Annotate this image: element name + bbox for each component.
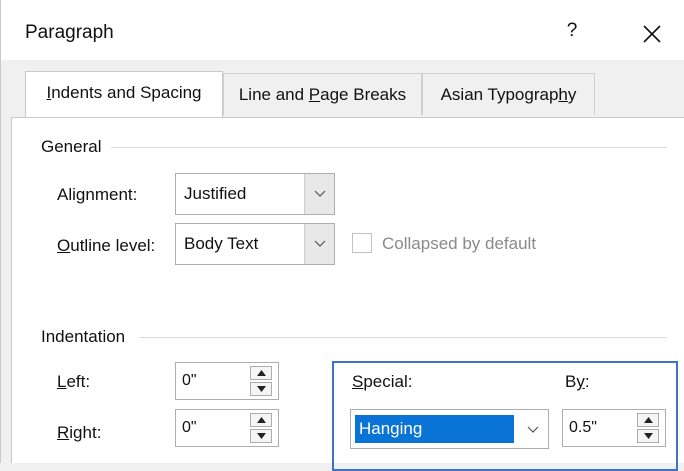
by-value[interactable]: 0.5": [569, 410, 597, 446]
spin-up-arrow-icon: [257, 417, 266, 423]
by-label-key: y: [576, 372, 585, 391]
outline-level-label-post: utline level:: [70, 236, 156, 255]
special-indent-dropdown-button[interactable]: [518, 410, 548, 448]
paragraph-dialog: Paragraph ? Indents and Spacing Line and…: [0, 0, 684, 471]
left-indent-label: Left:: [57, 372, 90, 392]
right-indent-label-post: ight:: [69, 423, 102, 442]
alignment-label-pre: Ali: [57, 185, 76, 204]
spin-up-arrow-icon: [257, 370, 266, 376]
alignment-dropdown[interactable]: Justified: [175, 173, 335, 215]
right-indent-spinner[interactable]: 0": [175, 409, 279, 447]
close-button[interactable]: [636, 18, 668, 50]
alignment-label-key: g: [75, 185, 86, 204]
spin-down-arrow-icon: [257, 386, 266, 392]
indentation-section-label: Indentation: [41, 327, 126, 346]
tab-label-pre: Asian Typograp: [440, 85, 559, 104]
spin-up-arrow-icon: [644, 417, 653, 423]
chevron-down-icon: [527, 426, 539, 433]
special-label-post: pecial:: [363, 372, 413, 391]
chevron-down-icon: [314, 190, 326, 197]
spin-down-arrow-icon: [257, 433, 266, 439]
right-indent-label: Right:: [57, 423, 101, 443]
by-spinner[interactable]: 0.5": [562, 409, 666, 447]
dialog-title: Paragraph: [25, 22, 114, 43]
tab-label-post: y: [567, 85, 577, 104]
spin-down-arrow-icon: [644, 433, 653, 439]
general-section-label: General: [41, 137, 102, 156]
close-icon: [643, 25, 661, 43]
right-indent-spin-buttons: [250, 413, 272, 443]
outline-level-dropdown-button[interactable]: [304, 224, 334, 264]
outline-level-label-key: O: [57, 236, 71, 255]
indentation-section-divider: [139, 337, 667, 338]
title-bar: Paragraph ?: [1, 0, 684, 60]
left-indent-decrement-button[interactable]: [250, 382, 272, 396]
chevron-down-icon: [314, 240, 326, 247]
outline-level-dropdown[interactable]: Body Text: [175, 223, 335, 265]
tab-asian-typography[interactable]: Asian Typography: [422, 73, 595, 115]
left-indent-spin-buttons: [250, 366, 272, 396]
tab-indents-and-spacing[interactable]: Indents and Spacing: [25, 71, 223, 118]
tab-label-pre: Line and: [238, 85, 309, 104]
special-label-key: S: [352, 372, 364, 391]
tab-label-key: h: [558, 85, 568, 104]
outline-level-label: Outline level:: [57, 236, 155, 256]
special-indent-dropdown[interactable]: Hanging: [350, 409, 549, 449]
special-indent-value: Hanging: [355, 415, 514, 443]
by-spin-buttons: [637, 413, 659, 443]
by-label-post: :: [584, 372, 590, 391]
right-indent-label-key: R: [57, 423, 70, 442]
tab-label-post: ndents and Spacing: [51, 83, 202, 102]
left-indent-label-post: eft:: [66, 372, 91, 391]
right-indent-increment-button[interactable]: [250, 413, 272, 427]
tab-line-and-page-breaks[interactable]: Line and Page Breaks: [223, 73, 422, 115]
left-indent-spinner[interactable]: 0": [175, 362, 279, 400]
general-section-divider: [111, 147, 667, 148]
by-decrement-button[interactable]: [637, 429, 659, 443]
collapsed-by-default-label: Collapsed by default: [382, 234, 537, 253]
left-indent-increment-button[interactable]: [250, 366, 272, 380]
by-label: By:: [565, 372, 590, 392]
special-label: Special:: [352, 372, 412, 392]
by-increment-button[interactable]: [637, 413, 659, 427]
right-indent-decrement-button[interactable]: [250, 429, 272, 443]
outline-level-value: Body Text: [184, 234, 259, 253]
alignment-value: Justified: [184, 184, 247, 203]
help-button[interactable]: ?: [562, 20, 582, 46]
right-indent-value[interactable]: 0": [182, 410, 197, 446]
alignment-label: Alignment:: [57, 185, 137, 205]
left-indent-value[interactable]: 0": [182, 363, 197, 399]
alignment-label-post: nment:: [85, 185, 138, 204]
collapsed-by-default-checkbox[interactable]: [352, 233, 372, 253]
tab-label-key: P: [308, 85, 321, 104]
tab-label-post: age Breaks: [320, 85, 407, 104]
by-label-pre: B: [565, 372, 577, 391]
alignment-dropdown-button[interactable]: [304, 174, 334, 214]
